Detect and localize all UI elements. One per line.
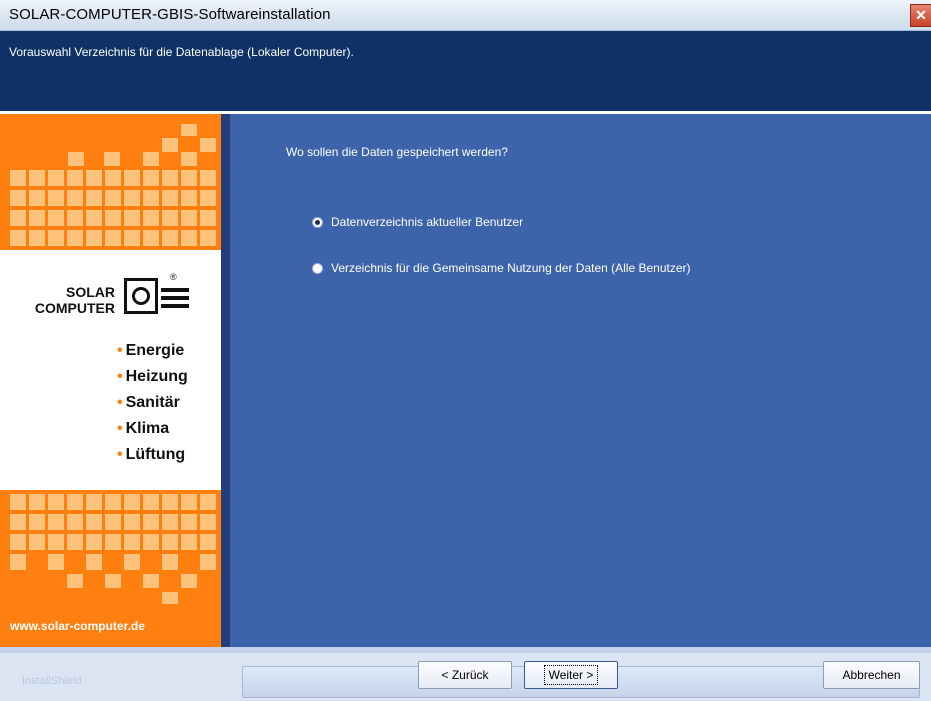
- next-button[interactable]: Weiter >: [524, 661, 618, 689]
- bullet-icon: •: [117, 368, 123, 385]
- footer-panel: InstallShield < Zurück Weiter > Abbreche…: [0, 653, 931, 701]
- installer-window: SOLAR-COMPUTER-GBIS-Softwareinstallation…: [0, 0, 931, 701]
- logo-bars-icon: [161, 288, 189, 312]
- radio-button-unchecked[interactable]: [312, 262, 323, 274]
- bullet-icon: •: [117, 342, 123, 359]
- cancel-button[interactable]: Abbrechen: [823, 661, 920, 689]
- bullet-icon: •: [117, 446, 123, 463]
- window-title: SOLAR-COMPUTER-GBIS-Softwareinstallation: [9, 6, 331, 23]
- bullet-icon: •: [117, 394, 123, 411]
- next-button-label: Weiter >: [543, 665, 599, 685]
- registered-mark: ®: [170, 272, 177, 282]
- feature-item: • Energie: [117, 338, 188, 364]
- option-label[interactable]: Verzeichnis für die Gemeinsame Nutzung d…: [331, 261, 691, 275]
- question-label: Wo sollen die Daten gespeichert werden?: [286, 145, 508, 159]
- logo-line-solar: SOLAR: [66, 284, 115, 300]
- feature-item: • Klima: [117, 416, 188, 442]
- close-icon: ✕: [915, 7, 927, 23]
- back-button[interactable]: < Zurück: [418, 661, 512, 689]
- feature-item: • Lüftung: [117, 442, 188, 468]
- feature-item: • Heizung: [117, 364, 188, 390]
- header-band: Vorauswahl Verzeichnis für die Datenabla…: [0, 31, 931, 111]
- sidebar-edge: [221, 114, 230, 647]
- feature-label: Heizung: [125, 368, 188, 385]
- logo-wordmark: SOLAR COMPUTER: [14, 284, 115, 316]
- feature-label: Klima: [125, 420, 170, 437]
- solar-computer-logo: SOLAR COMPUTER ®: [14, 272, 214, 332]
- sidebar-banner: SOLAR COMPUTER ® • Energie • Heizung • Sani…: [0, 114, 221, 647]
- feature-label: Sanitär: [125, 394, 180, 411]
- feature-list: • Energie • Heizung • Sanitär • Klima • Lüftu…: [117, 338, 188, 468]
- option-all-users[interactable]: Verzeichnis für die Gemeinsame Nutzung d…: [312, 261, 691, 275]
- footer-bar: InstallShield < Zurück Weiter > Abbreche…: [0, 647, 931, 701]
- logo-line-computer: COMPUTER: [34, 300, 115, 316]
- main-content: Wo sollen die Daten gespeichert werden? …: [230, 114, 931, 647]
- feature-item: • Sanitär: [117, 390, 188, 416]
- feature-label: Lüftung: [125, 446, 186, 463]
- website-url: www.solar-computer.de: [10, 619, 145, 633]
- radio-button-checked[interactable]: [312, 216, 323, 228]
- title-bar[interactable]: SOLAR-COMPUTER-GBIS-Softwareinstallation…: [0, 0, 931, 31]
- feature-label: Energie: [125, 342, 185, 359]
- installshield-label: InstallShield: [22, 675, 82, 687]
- bullet-icon: •: [117, 420, 123, 437]
- header-subtitle: Vorauswahl Verzeichnis für die Datenabla…: [9, 45, 354, 59]
- logo-mark-icon: [124, 278, 158, 314]
- close-button[interactable]: ✕: [910, 4, 931, 27]
- option-label[interactable]: Datenverzeichnis aktueller Benutzer: [331, 215, 523, 229]
- option-current-user[interactable]: Datenverzeichnis aktueller Benutzer: [312, 215, 523, 229]
